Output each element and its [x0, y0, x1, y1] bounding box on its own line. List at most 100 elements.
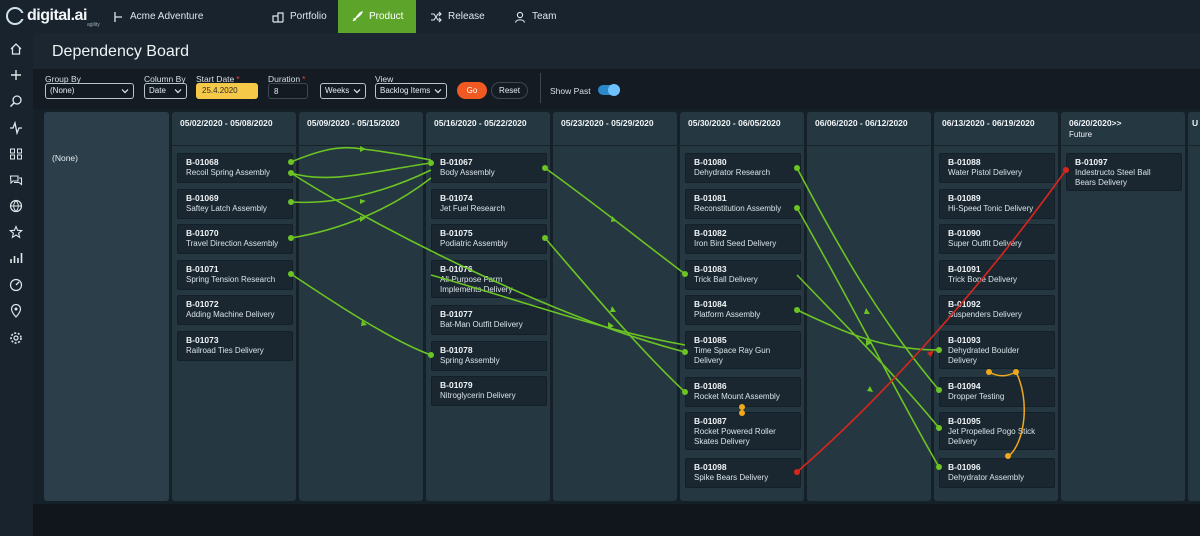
card-id: B-01094: [948, 381, 981, 391]
card-title: Trick Bone Delivery: [948, 275, 1018, 284]
grid-icon[interactable]: [7, 145, 25, 163]
chat-icon[interactable]: [7, 171, 25, 189]
nav-portfolio-label: Portfolio: [290, 11, 327, 22]
view-value: Backlog Items: [380, 86, 431, 95]
backlog-card[interactable]: B-01085 Time Space Ray Gun Delivery: [685, 331, 801, 369]
board-column: 05/23/2020 - 05/29/2020: [553, 112, 677, 501]
backlog-card[interactable]: B-01087 Rocket Powered Roller Skates Deli…: [685, 412, 801, 450]
card-title: Super Outfit Delivery: [948, 239, 1022, 248]
column-header: 06/06/2020 - 06/12/2020: [807, 112, 931, 146]
card-id: B-01081: [694, 193, 727, 203]
view-select[interactable]: Backlog Items: [375, 83, 447, 99]
card-id: B-01076: [440, 264, 473, 274]
nav-team[interactable]: Team: [514, 0, 556, 33]
dashboard-icon[interactable]: [7, 276, 25, 294]
card-id: B-01082: [694, 228, 727, 238]
backlog-card[interactable]: B-01091 Trick Bone Delivery: [939, 260, 1055, 290]
brand-name: digital.ai: [27, 7, 87, 24]
backlog-card[interactable]: B-01084 Platform Assembly: [685, 295, 801, 325]
backlog-card[interactable]: B-01095 Jet Propelled Pogo Stick Delivery: [939, 412, 1055, 450]
duration-input[interactable]: 8: [268, 83, 308, 99]
card-title: Jet Propelled Pogo Stick Delivery: [948, 427, 1036, 446]
backlog-card[interactable]: B-01074 Jet Fuel Research: [431, 189, 547, 219]
column-header: 05/16/2020 - 05/22/2020: [426, 112, 550, 146]
backlog-card[interactable]: B-01086 Rocket Mount Assembly: [685, 377, 801, 407]
card-id: B-01084: [694, 299, 727, 309]
backlog-card[interactable]: B-01076 All-Purpose Farm Implements Deliv…: [431, 260, 547, 298]
column-title: 05/16/2020 - 05/22/2020: [434, 118, 527, 128]
star-icon[interactable]: [7, 223, 25, 241]
chart-icon[interactable]: [7, 249, 25, 267]
chevron-down-icon: [174, 89, 182, 94]
shuffle-icon: [431, 11, 442, 22]
backlog-card[interactable]: B-01068 Recoil Spring Assembly: [177, 153, 293, 183]
backlog-card[interactable]: B-01067 Body Assembly: [431, 153, 547, 183]
card-title: Bat-Man Outfit Delivery: [440, 320, 523, 329]
backlog-card[interactable]: B-01081 Reconstitution Assembly: [685, 189, 801, 219]
backlog-card[interactable]: B-01096 Dehydrator Assembly: [939, 458, 1055, 488]
backlog-card[interactable]: B-01079 Nitroglycerin Delivery: [431, 376, 547, 406]
user-icon: [514, 11, 526, 23]
card-title: Reconstitution Assembly: [694, 204, 782, 213]
card-id: B-01070: [186, 228, 219, 238]
start-date-input[interactable]: 25.4.2020: [196, 83, 258, 99]
backlog-card[interactable]: B-01094 Dropper Testing: [939, 377, 1055, 407]
chevron-down-icon: [121, 89, 129, 94]
backlog-card[interactable]: B-01077 Bat-Man Outfit Delivery: [431, 305, 547, 335]
nav-portfolio[interactable]: Portfolio: [263, 0, 337, 33]
card-title: Adding Machine Delivery: [186, 310, 275, 319]
card-id: B-01090: [948, 228, 981, 238]
backlog-card[interactable]: B-01083 Trick Ball Delivery: [685, 260, 801, 290]
backlog-card[interactable]: B-01093 Dehydrated Boulder Delivery: [939, 331, 1055, 369]
card-id: B-01068: [186, 157, 219, 167]
column-header: 05/23/2020 - 05/29/2020: [553, 112, 677, 146]
card-id: B-01073: [186, 335, 219, 345]
backlog-card[interactable]: B-01078 Spring Assembly: [431, 341, 547, 371]
card-title: Suspenders Delivery: [948, 310, 1022, 319]
nav-product[interactable]: Product: [338, 0, 416, 33]
card-id: B-01092: [948, 299, 981, 309]
backlog-card[interactable]: B-01090 Super Outfit Delivery: [939, 224, 1055, 254]
card-title: Rocket Mount Assembly: [694, 392, 780, 401]
column-title: 06/13/2020 - 06/19/2020: [942, 118, 1035, 128]
go-button[interactable]: Go: [457, 82, 487, 99]
group-by-value: (None): [50, 86, 75, 95]
card-id: B-01083: [694, 264, 727, 274]
duration-unit-select[interactable]: Weeks: [320, 83, 366, 99]
card-id: B-01086: [694, 381, 727, 391]
card-title: Spring Tension Research: [186, 275, 276, 284]
reset-button[interactable]: Reset: [491, 82, 528, 99]
backlog-card[interactable]: B-01072 Adding Machine Delivery: [177, 295, 293, 325]
backlog-card[interactable]: B-01080 Dehydrator Research: [685, 153, 801, 183]
show-past-toggle[interactable]: [598, 84, 620, 96]
activity-icon[interactable]: [7, 119, 25, 137]
brand-logo[interactable]: digital.ai: [6, 4, 87, 28]
backlog-card[interactable]: B-01082 Iron Bird Seed Delivery: [685, 224, 801, 254]
backlog-card[interactable]: B-01097 Indestructo Steel Ball Bears Deli…: [1066, 153, 1182, 191]
backlog-card[interactable]: B-01092 Suspenders Delivery: [939, 295, 1055, 325]
brand-sub: agility: [87, 22, 100, 28]
column-by-select[interactable]: Date: [144, 83, 187, 99]
card-title: Time Space Ray Gun Delivery: [694, 346, 771, 365]
backlog-card[interactable]: B-01088 Water Pistol Delivery: [939, 153, 1055, 183]
column-title: 05/23/2020 - 05/29/2020: [561, 118, 654, 128]
backlog-card[interactable]: B-01073 Railroad Ties Delivery: [177, 331, 293, 361]
card-id: B-01097: [1075, 157, 1108, 167]
backlog-card[interactable]: B-01098 Spike Bears Delivery: [685, 458, 801, 488]
workspace-selector[interactable]: Acme Adventure: [113, 0, 203, 33]
home-icon[interactable]: [7, 40, 25, 58]
globe-icon[interactable]: [7, 197, 25, 215]
plus-icon[interactable]: [7, 66, 25, 84]
backlog-card[interactable]: B-01089 Hi-Speed Tonic Delivery: [939, 189, 1055, 219]
backlog-card[interactable]: B-01070 Travel Direction Assembly: [177, 224, 293, 254]
location-icon[interactable]: [7, 302, 25, 320]
board-column: U: [1188, 112, 1200, 501]
search-icon[interactable]: [7, 92, 25, 110]
group-by-select[interactable]: (None): [45, 83, 134, 99]
backlog-card[interactable]: B-01069 Saftey Latch Assembly: [177, 189, 293, 219]
column-header: 05/02/2020 - 05/08/2020: [172, 112, 296, 146]
backlog-card[interactable]: B-01075 Podiatric Assembly: [431, 224, 547, 254]
nav-release[interactable]: Release: [430, 0, 485, 33]
backlog-card[interactable]: B-01071 Spring Tension Research: [177, 260, 293, 290]
gear-icon[interactable]: [7, 329, 25, 347]
